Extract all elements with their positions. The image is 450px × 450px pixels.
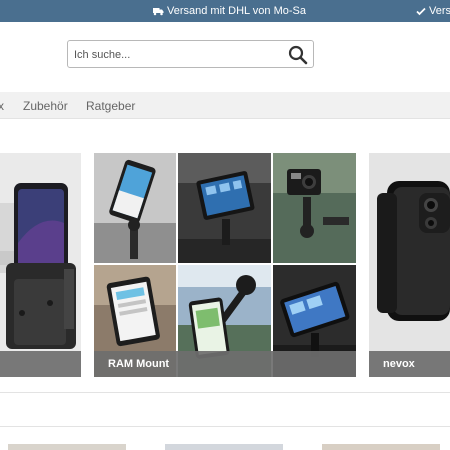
brand-card-nevox[interactable]: nevox (369, 153, 450, 377)
product-thumbnail[interactable] (165, 444, 283, 450)
search-icon (288, 45, 308, 65)
ram-mount-photo (94, 153, 176, 263)
brand-label (0, 351, 81, 377)
shipping-info-bar: Versand mit DHL von Mo-Sa Versa (0, 0, 450, 22)
usp-message: Versa (416, 5, 450, 17)
nav-item-ratgeber[interactable]: Ratgeber (86, 99, 135, 113)
product-thumbnail[interactable] (8, 444, 126, 450)
brand-label-nevox: nevox (369, 351, 450, 377)
shipping-message: Versand mit DHL von Mo-Sa (153, 5, 306, 17)
nav-item-zubehoer[interactable]: Zubehör (23, 99, 68, 113)
brand-card-left[interactable] (0, 153, 81, 377)
shipping-text: Versand mit DHL von Mo-Sa (167, 5, 306, 17)
brand-card-ram-mount[interactable]: RAM Mount (94, 153, 356, 377)
brand-label-ram-mount: RAM Mount (94, 351, 356, 377)
usp-text: Versa (429, 5, 450, 17)
search-bar (67, 40, 314, 68)
ram-mount-photo (273, 153, 356, 263)
nav-item-cut-off[interactable]: x (0, 99, 4, 113)
product-thumbnail[interactable] (322, 444, 440, 450)
phone-holder-image (0, 153, 81, 351)
category-nav: x Zubehör Ratgeber (0, 92, 450, 119)
search-input[interactable] (74, 46, 274, 64)
section-divider (0, 426, 450, 427)
product-thumbnails-row (0, 444, 450, 450)
truck-icon (153, 8, 164, 16)
check-icon (416, 7, 426, 16)
phone-case-image (369, 153, 450, 351)
section-divider (0, 392, 450, 393)
ram-mount-photo (178, 153, 271, 263)
search-button[interactable] (288, 45, 308, 65)
